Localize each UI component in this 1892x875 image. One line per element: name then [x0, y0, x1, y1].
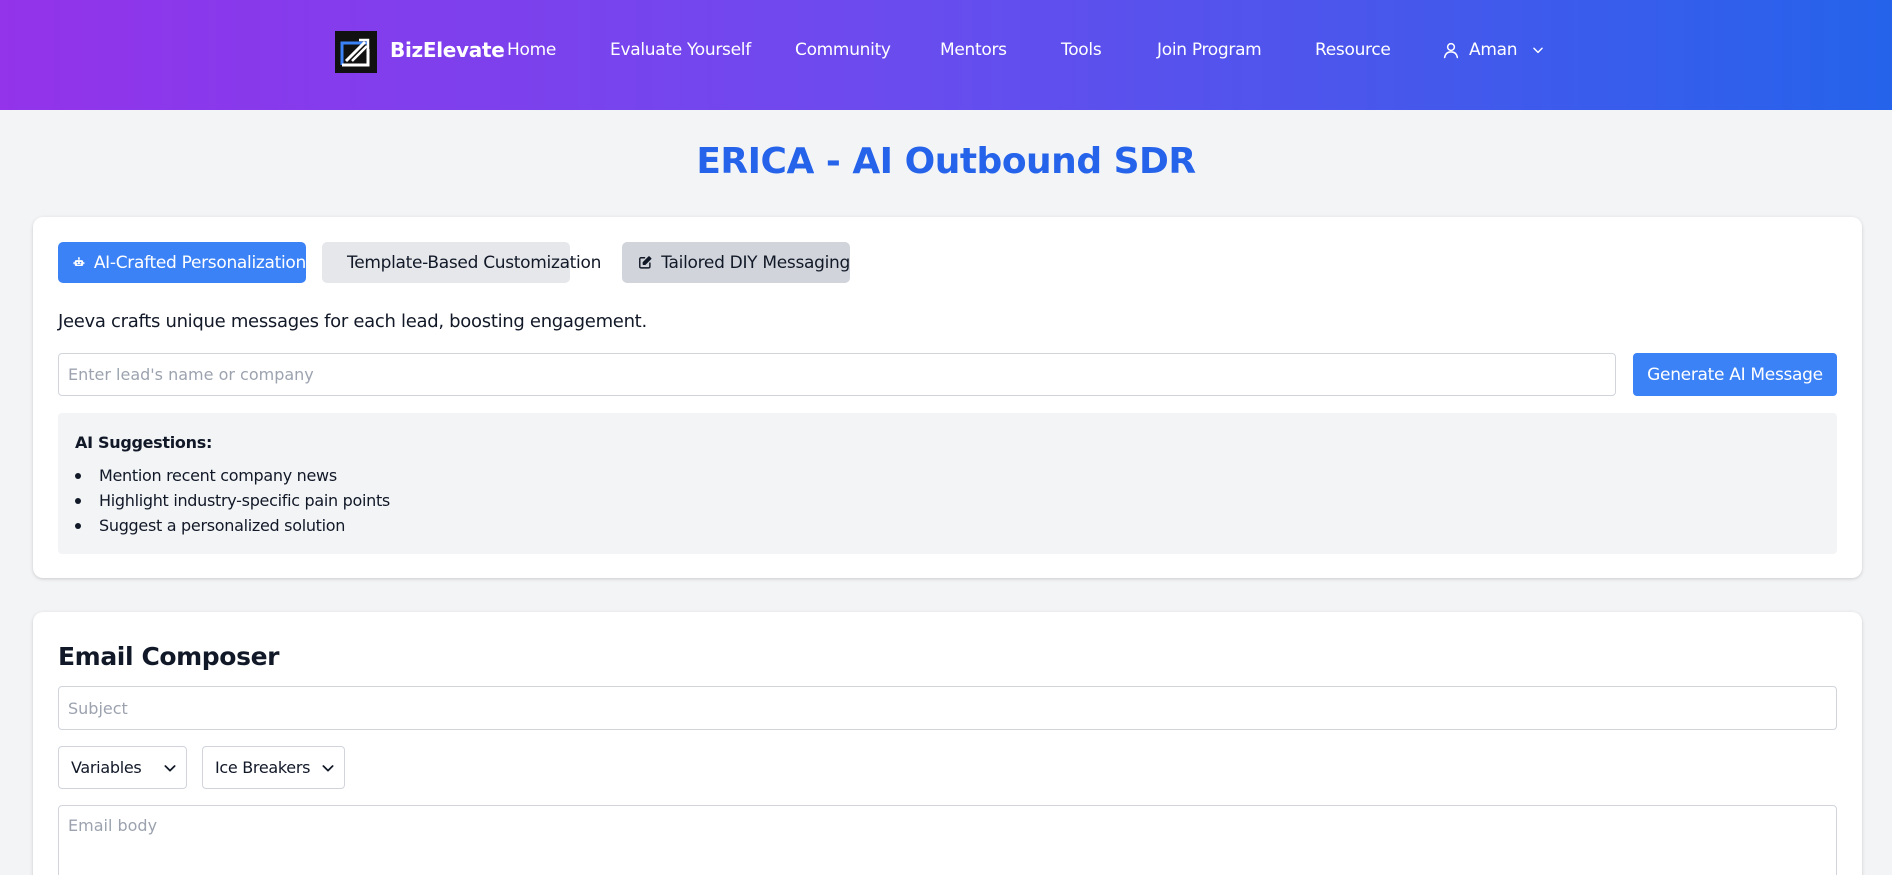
ai-suggestions-panel: AI Suggestions: Mention recent company n…: [58, 413, 1837, 554]
brand-name[interactable]: BizElevate: [390, 38, 505, 62]
select-value: Variables: [71, 758, 142, 777]
robot-icon: [73, 257, 85, 267]
user-icon: [1443, 42, 1459, 59]
lead-input[interactable]: [58, 353, 1616, 396]
brand-logo-icon[interactable]: [335, 31, 377, 73]
nav-evaluate-yourself[interactable]: Evaluate Yourself: [610, 40, 751, 60]
edit-icon: [639, 256, 652, 269]
tab-label: Template-Based Customization: [347, 252, 602, 273]
tab-template-based-customization[interactable]: Template-Based Customization: [322, 242, 601, 283]
tab-ai-crafted-personalization[interactable]: AI-Crafted Personalization: [58, 242, 306, 283]
user-menu[interactable]: Aman: [1442, 38, 1545, 62]
tab-label: Tailored DIY Messaging: [661, 252, 850, 273]
nav-join-program[interactable]: Join Program: [1157, 40, 1262, 60]
subject-input[interactable]: [58, 686, 1837, 730]
personalization-card: AI-Crafted Personalization Template-Base…: [33, 217, 1862, 578]
chevron-down-icon: [164, 765, 176, 772]
email-body-textarea[interactable]: [58, 805, 1837, 875]
chevron-down-icon: [1533, 47, 1543, 54]
tab-label: AI-Crafted Personalization: [93, 252, 306, 273]
tab-tailored-diy-messaging[interactable]: Tailored DIY Messaging: [622, 242, 850, 283]
ai-suggestions-title: AI Suggestions:: [75, 433, 213, 452]
chevron-down-icon: [322, 765, 334, 772]
list-item: Suggest a personalized solution: [75, 513, 390, 538]
select-value: Ice Breakers: [215, 758, 311, 777]
list-item: Mention recent company news: [75, 463, 390, 488]
variables-select[interactable]: Variables: [58, 746, 187, 789]
nav-resource[interactable]: Resource: [1315, 40, 1391, 60]
nav-community[interactable]: Community: [795, 40, 891, 60]
mode-description: Jeeva crafts unique messages for each le…: [58, 311, 647, 332]
user-name: Aman: [1469, 40, 1518, 60]
nav-tools[interactable]: Tools: [1061, 40, 1102, 60]
email-composer-title: Email Composer: [58, 642, 280, 671]
ice-breakers-select[interactable]: Ice Breakers: [202, 746, 345, 789]
top-navigation-bar: BizElevate Home Evaluate Yourself Commun…: [0, 0, 1892, 110]
ai-suggestions-list: Mention recent company news Highlight in…: [75, 463, 390, 538]
list-item: Highlight industry-specific pain points: [75, 488, 390, 513]
email-composer-card: Email Composer Variables Ice Breakers: [33, 612, 1862, 875]
generate-ai-message-button[interactable]: Generate AI Message: [1633, 353, 1837, 396]
nav-mentors[interactable]: Mentors: [940, 40, 1007, 60]
page-title: ERICA - AI Outbound SDR: [696, 141, 1196, 182]
nav-home[interactable]: Home: [507, 40, 556, 60]
